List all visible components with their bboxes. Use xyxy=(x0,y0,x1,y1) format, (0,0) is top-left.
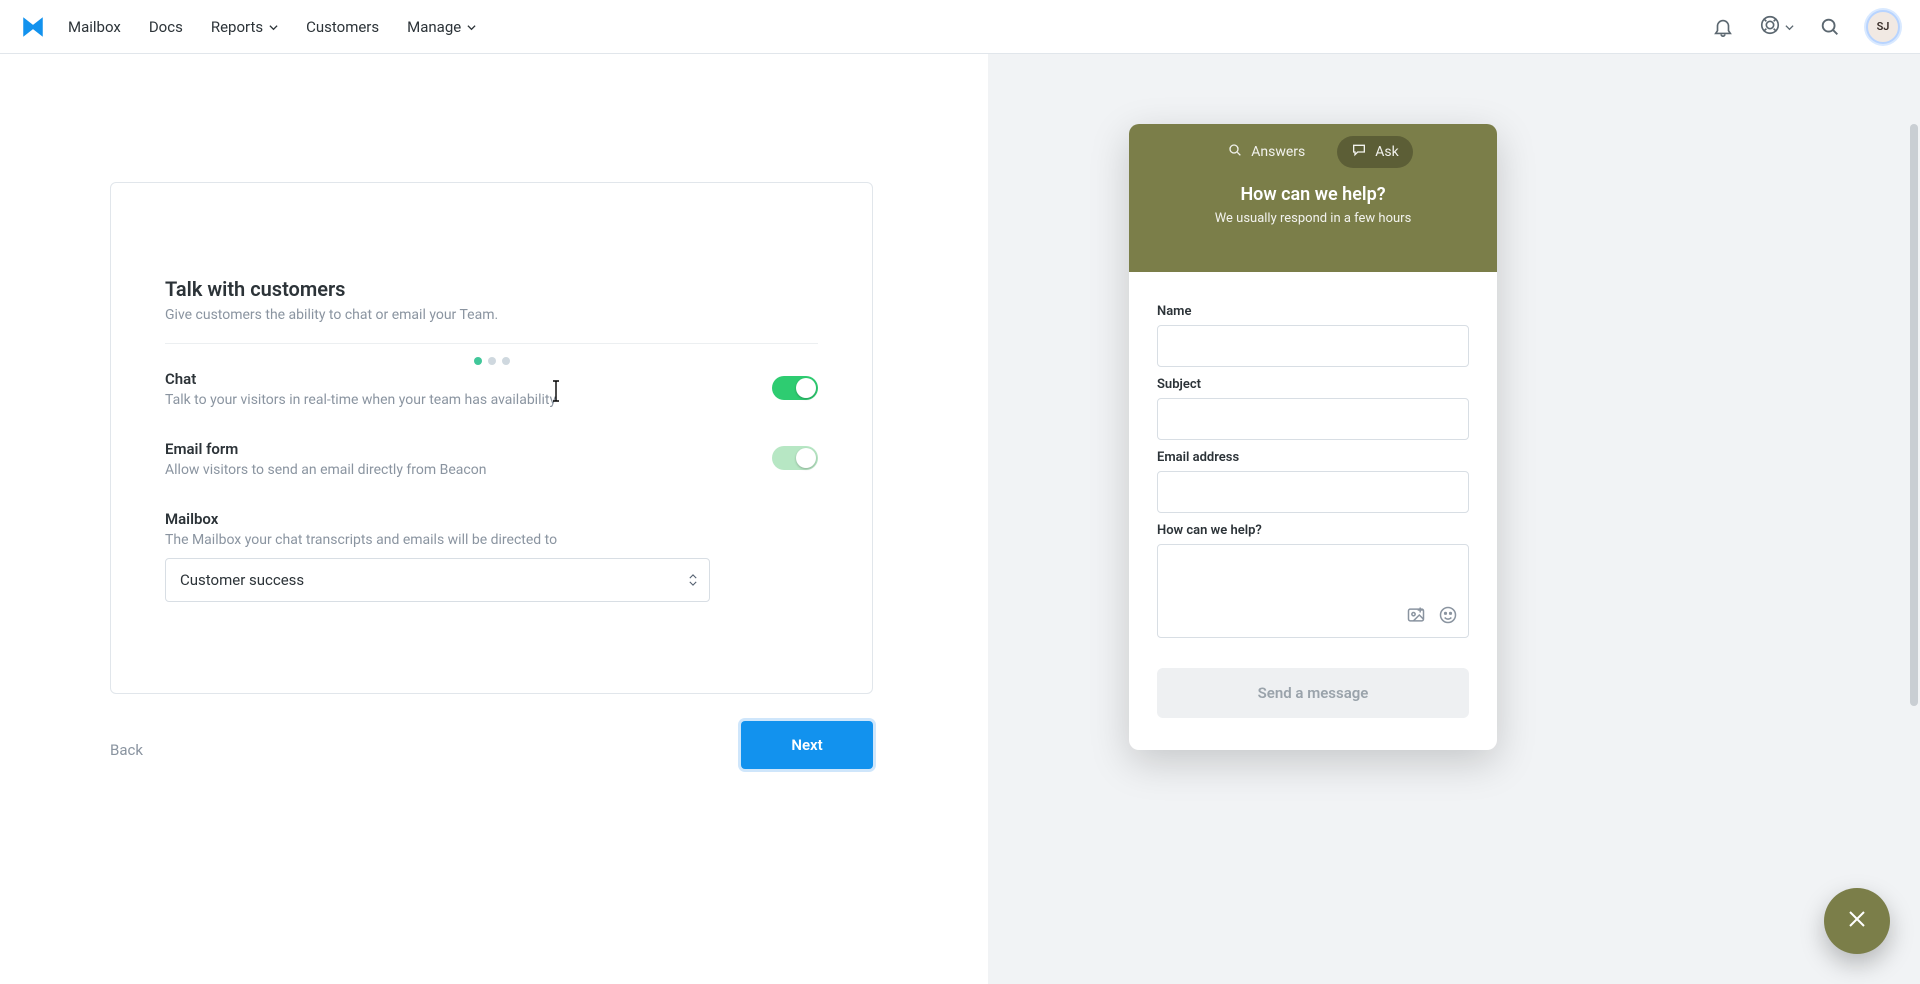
attach-image-icon[interactable] xyxy=(1406,605,1426,629)
caret-down-icon xyxy=(269,18,278,36)
next-button[interactable]: Next xyxy=(741,721,873,769)
chat-bubble-icon xyxy=(1351,142,1367,162)
chat-option-desc: Talk to your visitors in real-time when … xyxy=(165,392,556,408)
preview-tab-answers[interactable]: Answers xyxy=(1213,136,1319,168)
preview-subtitle: We usually respond in a few hours xyxy=(1129,211,1497,226)
life-ring-icon xyxy=(1759,14,1781,40)
back-link[interactable]: Back xyxy=(110,741,143,759)
preview-tab-ask[interactable]: Ask xyxy=(1337,136,1412,168)
search-icon xyxy=(1227,142,1243,162)
preview-tab-answers-label: Answers xyxy=(1251,144,1305,160)
avatar[interactable]: SJ xyxy=(1866,10,1900,44)
top-nav: Mailbox Docs Reports Customers Manage SJ xyxy=(0,0,1920,54)
nav-link-customers[interactable]: Customers xyxy=(306,18,379,36)
preview-scrollbar[interactable] xyxy=(1910,124,1918,750)
preview-email-input[interactable] xyxy=(1157,471,1469,513)
email-form-option-label: Email form xyxy=(165,440,486,458)
nav-link-manage-label: Manage xyxy=(407,18,461,36)
email-form-option-desc: Allow visitors to send an email directly… xyxy=(165,462,486,478)
beacon-close-fab[interactable] xyxy=(1824,888,1890,954)
config-pane: Talk with customers Give customers the a… xyxy=(0,54,988,984)
nav-link-reports[interactable]: Reports xyxy=(211,18,278,36)
mailbox-option-desc: The Mailbox your chat transcripts and em… xyxy=(165,532,818,548)
preview-pane: Answers Ask How can we help? We usually … xyxy=(988,54,1920,984)
mailbox-option-label: Mailbox xyxy=(165,510,818,528)
preview-name-label: Name xyxy=(1157,304,1469,319)
caret-down-icon xyxy=(1785,17,1794,36)
emoji-icon[interactable] xyxy=(1438,605,1458,629)
preview-help-textarea[interactable] xyxy=(1157,544,1469,638)
nav-link-reports-label: Reports xyxy=(211,18,263,36)
divider xyxy=(165,343,818,344)
mailbox-select[interactable]: Customer success xyxy=(165,558,710,602)
config-card: Talk with customers Give customers the a… xyxy=(110,182,873,694)
preview-help-label: How can we help? xyxy=(1157,523,1469,538)
card-title: Talk with customers xyxy=(165,277,818,301)
nav-link-manage[interactable]: Manage xyxy=(407,18,476,36)
close-icon xyxy=(1845,907,1869,935)
chat-option-label: Chat xyxy=(165,370,556,388)
preview-name-input[interactable] xyxy=(1157,325,1469,367)
help-menu[interactable] xyxy=(1759,14,1794,40)
nav-link-mailbox[interactable]: Mailbox xyxy=(68,18,121,36)
beacon-preview: Answers Ask How can we help? We usually … xyxy=(1129,124,1497,750)
preview-send-button[interactable]: Send a message xyxy=(1157,668,1469,718)
chat-toggle[interactable] xyxy=(772,376,818,400)
mailbox-select-value: Customer success xyxy=(180,571,304,589)
preview-title: How can we help? xyxy=(1129,184,1497,205)
step-indicator xyxy=(474,357,510,365)
notifications-icon[interactable] xyxy=(1709,13,1737,41)
text-cursor-icon xyxy=(549,380,563,406)
preview-subject-label: Subject xyxy=(1157,377,1469,392)
nav-link-docs[interactable]: Docs xyxy=(149,18,183,36)
search-icon[interactable] xyxy=(1816,13,1844,41)
product-logo-icon xyxy=(20,14,46,40)
preview-email-label: Email address xyxy=(1157,450,1469,465)
preview-subject-input[interactable] xyxy=(1157,398,1469,440)
email-form-toggle[interactable] xyxy=(772,446,818,470)
card-subtitle: Give customers the ability to chat or em… xyxy=(165,307,818,323)
select-sort-icon xyxy=(689,574,697,587)
preview-tab-ask-label: Ask xyxy=(1375,144,1398,160)
caret-down-icon xyxy=(467,18,476,36)
